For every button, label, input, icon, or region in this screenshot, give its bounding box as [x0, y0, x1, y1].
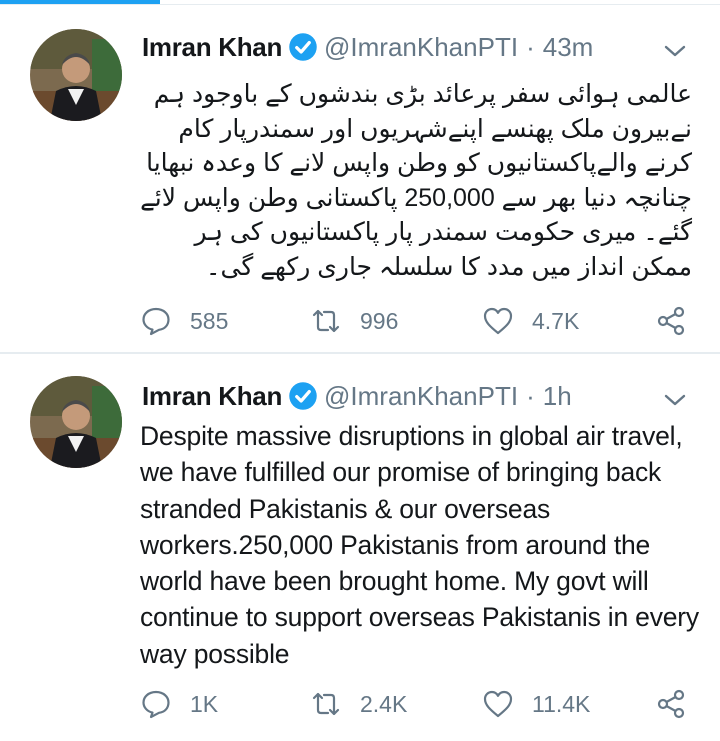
share-button[interactable]: [655, 301, 687, 341]
like-button[interactable]: 11.4K: [482, 684, 590, 724]
like-count: 4.7K: [532, 307, 580, 334]
heart-icon: [483, 307, 513, 335]
tweet-header: Imran Khan @ImranKhanPTI · 1h: [142, 376, 572, 416]
chevron-down-icon[interactable]: [661, 41, 689, 61]
avatar[interactable]: [30, 29, 122, 121]
tweet-text: Despite massive disruptions in global ai…: [140, 421, 699, 669]
retweet-icon: [312, 692, 340, 716]
reply-icon: [142, 307, 170, 336]
tweet-text: عالمی ہوائی سفر پرعائد بڑی بندشوں کے باو…: [140, 80, 692, 281]
chevron-down-icon[interactable]: [661, 390, 689, 410]
retweet-button[interactable]: 996: [310, 301, 398, 341]
avatar[interactable]: [30, 376, 122, 468]
retweet-count: 2.4K: [360, 690, 408, 717]
author-name[interactable]: Imran Khan: [142, 32, 282, 63]
share-icon: [657, 306, 685, 336]
tweet-english[interactable]: Imran Khan @ImranKhanPTI · 1h Despite ma…: [0, 354, 720, 741]
separator-dot: ·: [526, 31, 535, 62]
timestamp[interactable]: 43m: [543, 32, 594, 63]
retweet-icon: [312, 309, 340, 333]
reply-button[interactable]: 585: [140, 301, 228, 341]
author-name[interactable]: Imran Khan: [142, 381, 282, 412]
verified-badge-icon: [289, 382, 317, 410]
separator-dot: ·: [526, 380, 535, 411]
tweet-actions: 585 996 4.7K: [140, 301, 700, 341]
share-button[interactable]: [655, 684, 687, 724]
retweet-button[interactable]: 2.4K: [310, 684, 407, 724]
tweet-actions: 1K 2.4K 11.4K: [140, 684, 700, 724]
tweet-header: Imran Khan @ImranKhanPTI · 43m: [142, 27, 593, 67]
retweet-count: 996: [360, 307, 399, 334]
timestamp[interactable]: 1h: [543, 381, 572, 412]
author-handle[interactable]: @ImranKhanPTI: [324, 381, 518, 412]
reply-count: 585: [190, 307, 229, 334]
reply-count: 1K: [190, 690, 219, 717]
heart-icon: [483, 690, 513, 718]
reply-button[interactable]: 1K: [140, 684, 218, 724]
share-icon: [657, 689, 685, 719]
verified-badge-icon: [289, 33, 317, 61]
author-handle[interactable]: @ImranKhanPTI: [324, 32, 518, 63]
like-count: 11.4K: [532, 690, 591, 717]
tweet-urdu[interactable]: Imran Khan @ImranKhanPTI · 43m عالمی ہوا…: [0, 5, 720, 352]
like-button[interactable]: 4.7K: [482, 301, 579, 341]
reply-icon: [142, 690, 170, 719]
